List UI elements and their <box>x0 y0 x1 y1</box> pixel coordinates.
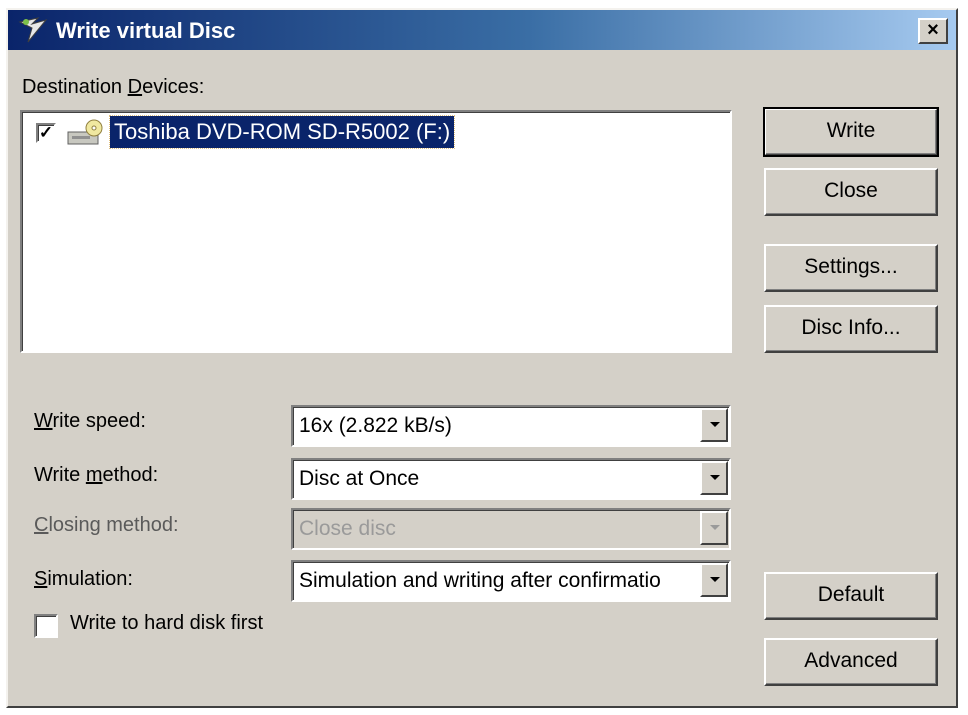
close-button[interactable]: Close <box>764 168 938 216</box>
window-title: Write virtual Disc <box>56 18 236 43</box>
title-bar: Write virtual Disc × <box>8 10 956 50</box>
closing-method-value: Close disc <box>299 517 396 540</box>
device-name[interactable]: Toshiba DVD-ROM SD-R5002 (F:) <box>108 115 456 149</box>
device-checkbox[interactable]: ✓ <box>36 123 56 143</box>
chevron-down-icon[interactable] <box>700 563 728 597</box>
cd-drive-icon <box>66 118 106 153</box>
simulation-value: Simulation and writing after confirmatio <box>299 569 661 592</box>
burn-app-icon <box>18 16 50 49</box>
simulation-label: Simulation: <box>34 568 133 590</box>
write-method-value: Disc at Once <box>299 467 420 490</box>
settings-button[interactable]: Settings... <box>764 244 938 292</box>
write-to-hdd-checkbox[interactable] <box>34 614 58 638</box>
destination-devices-list[interactable]: ✓ Toshiba DVD-ROM SD-R5002 (F:) <box>20 110 732 353</box>
destination-devices-label: Destination Devices: <box>22 76 205 98</box>
default-button[interactable]: Default <box>764 572 938 620</box>
write-speed-label: Write speed: <box>34 410 146 432</box>
closing-method-label: Closing method: <box>34 514 179 536</box>
write-to-hdd-label[interactable]: Write to hard disk first <box>70 612 263 635</box>
write-speed-value: 16x (2.822 kB/s) <box>299 414 452 437</box>
disc-info-button[interactable]: Disc Info... <box>764 305 938 353</box>
close-window-button[interactable]: × <box>918 18 948 44</box>
write-method-select[interactable]: Disc at Once <box>291 458 731 500</box>
chevron-down-icon[interactable] <box>700 408 728 442</box>
chevron-down-icon[interactable] <box>700 461 728 495</box>
write-virtual-disc-dialog: Write virtual Disc × Destination Devices… <box>6 8 958 708</box>
advanced-button[interactable]: Advanced <box>764 638 938 686</box>
simulation-select[interactable]: Simulation and writing after confirmatio <box>291 560 731 602</box>
closing-method-select: Close disc <box>291 508 731 550</box>
write-method-label: Write method: <box>34 464 159 486</box>
write-speed-select[interactable]: 16x (2.822 kB/s) <box>291 405 731 447</box>
write-button[interactable]: Write <box>763 107 939 157</box>
chevron-down-icon <box>700 511 728 545</box>
